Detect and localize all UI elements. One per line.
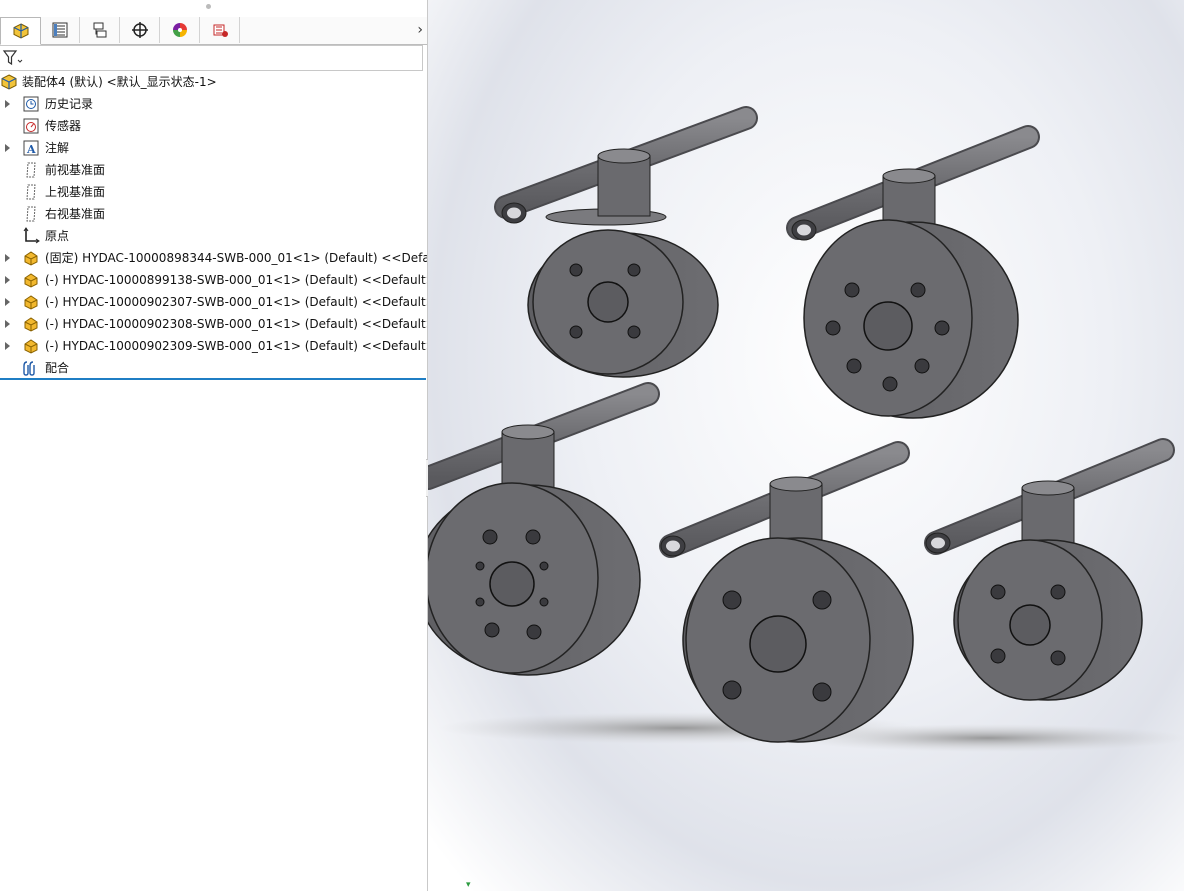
tree-item-part-1[interactable]: (-) HYDAC-10000899138-SWB-000_01<1> (Def… (0, 269, 427, 291)
cam-icon (213, 24, 228, 37)
configurationmanager-tab[interactable] (80, 17, 120, 43)
assembly-cube-icon (13, 23, 28, 39)
configuration-icon (93, 22, 106, 38)
tree-item-part-3[interactable]: (-) HYDAC-10000902308-SWB-000_01<1> (Def… (0, 313, 427, 335)
tree-item-label: (-) HYDAC-10000902309-SWB-000_01<1> (Def… (45, 339, 427, 353)
annotation-icon: A (22, 139, 40, 157)
valve-model-1[interactable] (494, 106, 758, 378)
expand-arrow-icon[interactable] (5, 298, 10, 306)
valve-model-5[interactable] (924, 438, 1175, 701)
expand-arrow-icon[interactable] (5, 320, 10, 328)
dimxpert-tab[interactable] (120, 17, 160, 43)
tree-item-label: 上视基准面 (45, 185, 106, 199)
plane-icon (22, 161, 40, 179)
tree-item-part-2[interactable]: (-) HYDAC-10000902307-SWB-000_01<1> (Def… (0, 291, 427, 313)
tree-item-label: 传感器 (45, 119, 82, 133)
tree-item-label: (-) HYDAC-10000902307-SWB-000_01<1> (Def… (45, 295, 427, 309)
tree-item-origin[interactable]: 原点 (0, 225, 427, 247)
tree-item-part-4[interactable]: (-) HYDAC-10000902309-SWB-000_01<1> (Def… (0, 335, 427, 357)
crosshair-icon (131, 22, 148, 38)
property-list-icon (52, 22, 67, 38)
tree-item-front-plane[interactable]: 前视基准面 (0, 159, 427, 181)
tree-root-assembly[interactable]: 装配体4 (默认) <默认_显示状态-1> (0, 71, 427, 93)
expand-arrow-icon[interactable] (5, 144, 10, 152)
expand-arrow-icon[interactable] (5, 100, 10, 108)
tree-item-label: 配合 (45, 361, 70, 375)
tree-item-label: 原点 (45, 229, 70, 243)
feature-manager-panel: › 装配体4 (默认) <默认_显示状态-1> 历史记录 传感器 A 注解 前视… (0, 0, 428, 891)
assembly-cube-icon (0, 73, 18, 91)
tree-item-right-plane[interactable]: 右视基准面 (0, 203, 427, 225)
graphics-viewport[interactable] (428, 0, 1184, 891)
expand-arrow-icon[interactable] (5, 342, 10, 350)
tree-item-history[interactable]: 历史记录 (0, 93, 427, 115)
valve-model-2[interactable] (786, 125, 1040, 419)
plane-icon (22, 205, 40, 223)
valve-model-3[interactable] (428, 382, 660, 676)
tree-item-part-fixed[interactable]: (固定) HYDAC-10000898344-SWB-000_01<1> (De… (0, 247, 427, 269)
part-icon (22, 249, 40, 267)
model-view[interactable] (428, 0, 1184, 891)
origin-icon (22, 227, 40, 245)
history-icon (22, 95, 40, 113)
filter-icon[interactable] (2, 49, 24, 67)
tree-item-top-plane[interactable]: 上视基准面 (0, 181, 427, 203)
plane-icon (22, 183, 40, 201)
tree-item-label: 注解 (45, 141, 70, 155)
tree-item-label: (-) HYDAC-10000902308-SWB-000_01<1> (Def… (45, 317, 427, 331)
tree-rollback-bar[interactable] (0, 378, 426, 380)
view-triad-icon: ▾ (466, 880, 471, 890)
tree-item-sensors[interactable]: 传感器 (0, 115, 427, 137)
tree-root-label: 装配体4 (默认) <默认_显示状态-1> (22, 75, 217, 89)
tree-item-mates[interactable]: 配合 (0, 357, 427, 379)
tree-item-label: 前视基准面 (45, 163, 106, 177)
cam-tab[interactable] (200, 17, 240, 43)
tree-item-label: 历史记录 (45, 97, 94, 111)
tree-item-label: (-) HYDAC-10000899138-SWB-000_01<1> (Def… (45, 273, 427, 287)
tree-item-annotations[interactable]: A 注解 (0, 137, 427, 159)
panel-grip[interactable] (206, 4, 211, 9)
sensor-icon (22, 117, 40, 135)
part-icon (22, 337, 40, 355)
mates-icon (22, 359, 40, 377)
valve-model-4[interactable] (659, 441, 914, 743)
part-icon (22, 315, 40, 333)
part-icon (22, 271, 40, 289)
svg-text:A: A (26, 143, 36, 156)
tab-scroll-right-button[interactable]: › (417, 22, 423, 38)
propertymanager-tab[interactable] (40, 17, 80, 43)
color-wheel-icon (172, 23, 187, 37)
part-icon (22, 293, 40, 311)
expand-arrow-icon[interactable] (5, 276, 10, 284)
tree-item-label: 右视基准面 (45, 207, 106, 221)
expand-arrow-icon[interactable] (5, 254, 10, 262)
tree-item-label: (固定) HYDAC-10000898344-SWB-000_01<1> (De… (45, 251, 427, 265)
display-manager-tab[interactable] (160, 17, 200, 43)
manager-tab-bar: › (0, 17, 427, 45)
featuremanager-tab[interactable] (0, 17, 41, 45)
tree-filter-bar[interactable] (0, 45, 423, 71)
